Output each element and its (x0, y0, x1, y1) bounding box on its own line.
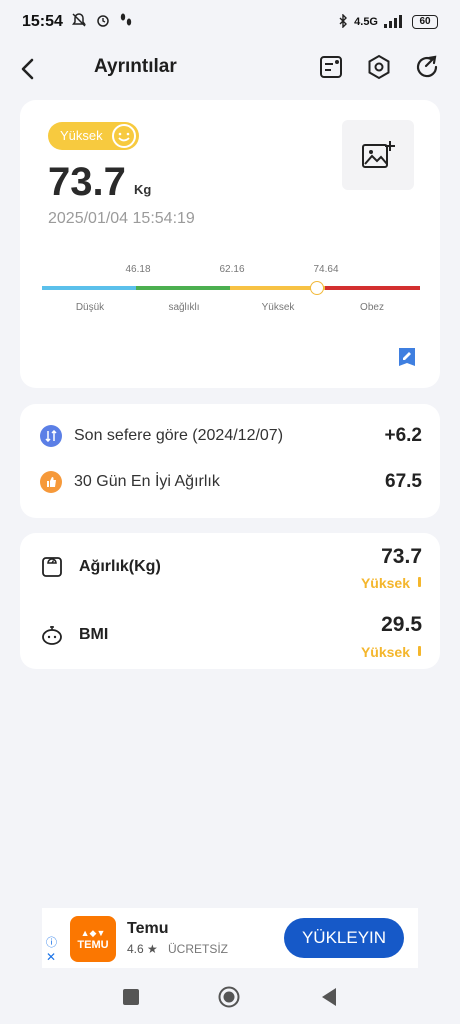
ad-banner[interactable]: ⓘ ✕ ▲◆▼ TEMU Temu 4.6 ★ ÜCRETSİZ YÜKLEYI… (42, 908, 418, 968)
weight-value: 73.7 (48, 160, 126, 204)
status-time: 15:54 (22, 13, 63, 30)
level-badge: Yüksek (48, 122, 139, 150)
add-image-icon (362, 141, 395, 168)
compare-icon (40, 425, 62, 447)
comparison-value: 67.5 (385, 471, 422, 492)
battery-indicator: 60 (412, 15, 438, 29)
range-label: sağlıklı (168, 302, 200, 313)
home-button[interactable] (218, 986, 240, 1008)
range-label: Düşük (75, 302, 105, 313)
metric-value: 29.5 (381, 613, 422, 636)
range-label: Yüksek (261, 302, 295, 313)
range-bar-low (42, 286, 136, 290)
steps-icon (119, 12, 133, 33)
scale-icon (42, 557, 62, 577)
range-bar-healthy (136, 286, 230, 290)
metric-name: Ağırlık(Kg) (79, 558, 161, 575)
app-bar: Ayrıntılar (0, 44, 460, 94)
add-photo-button[interactable] (342, 120, 414, 190)
ad-info-icon[interactable]: ⓘ (46, 934, 57, 950)
network-label: 4.5G (354, 16, 378, 28)
chevron-left-icon (21, 58, 34, 80)
back-button[interactable] (14, 54, 40, 84)
system-nav-bar (0, 968, 460, 1024)
alarm-icon (95, 12, 111, 33)
ad-close-icon[interactable]: ✕ (46, 950, 56, 964)
threshold-label: 74.64 (313, 264, 339, 275)
comparison-row: Son sefere göre (2024/12/07) +6.2 (40, 422, 422, 450)
metrics-card: Ağırlık(Kg) 73.7 Yüksek BMI 29.5 Yüksek (20, 533, 440, 669)
recents-button[interactable] (120, 986, 142, 1008)
weight-scale: 46.18 62.16 74.64 Düşük sağlıklı Yüksek … (42, 260, 420, 320)
measurement-timestamp: 2025/01/04 15:54:19 (48, 210, 195, 227)
range-label: Obez (360, 302, 384, 313)
circle-home-icon (218, 986, 240, 1008)
comparison-label: 30 Gün En İyi Ağırlık (74, 473, 220, 490)
edit-note-icon[interactable] (396, 346, 418, 368)
status-bar: 15:54 4.5G 60 (0, 0, 460, 44)
ad-rating: 4.6 ★ (127, 942, 158, 956)
comparison-card: Son sefere göre (2024/12/07) +6.2 30 Gün… (20, 404, 440, 518)
smiley-icon (111, 124, 136, 148)
temu-logo: ▲◆▼ TEMU (70, 916, 116, 962)
status-indicator (418, 646, 421, 656)
range-bar-obese (325, 286, 420, 290)
metric-value: 73.7 (381, 545, 422, 568)
triangle-back-icon (322, 988, 336, 1006)
threshold-label: 62.16 (219, 264, 245, 275)
bell-off-icon (71, 12, 87, 33)
hexagon-settings-icon (368, 54, 390, 80)
level-badge-label: Yüksek (60, 128, 103, 143)
report-button[interactable] (316, 52, 346, 82)
weight-unit: Kg (134, 182, 152, 197)
metric-name: BMI (79, 626, 109, 643)
install-button[interactable]: YÜKLEYIN (284, 918, 404, 958)
report-icon (320, 56, 342, 78)
metric-status: Yüksek (360, 644, 410, 660)
share-icon (416, 55, 438, 78)
ad-price: ÜCRETSİZ (168, 942, 228, 956)
settings-button[interactable] (364, 52, 394, 82)
thumb-up-icon (40, 471, 62, 493)
metric-status: Yüksek (360, 575, 410, 591)
temu-logo-text: TEMU (77, 939, 109, 951)
square-icon (123, 989, 139, 1005)
weight-summary-card: Yüksek 73.7 Kg 2025/01/04 15:54:19 46.18… (20, 100, 440, 388)
bluetooth-icon (338, 12, 348, 31)
signal-icon (384, 14, 406, 31)
comparison-row: 30 Gün En İyi Ağırlık 67.5 (40, 468, 422, 496)
share-button[interactable] (412, 52, 442, 82)
threshold-label: 46.18 (125, 264, 151, 275)
back-nav-button[interactable] (318, 986, 340, 1008)
comparison-label: Son sefere göre (2024/12/07) (74, 427, 284, 444)
status-indicator (418, 577, 421, 587)
bmi-icon (42, 626, 62, 645)
page-title: Ayrıntılar (94, 56, 177, 77)
comparison-value: +6.2 (384, 425, 422, 446)
current-weight-marker (310, 281, 324, 295)
ad-app-name: Temu (127, 920, 169, 937)
